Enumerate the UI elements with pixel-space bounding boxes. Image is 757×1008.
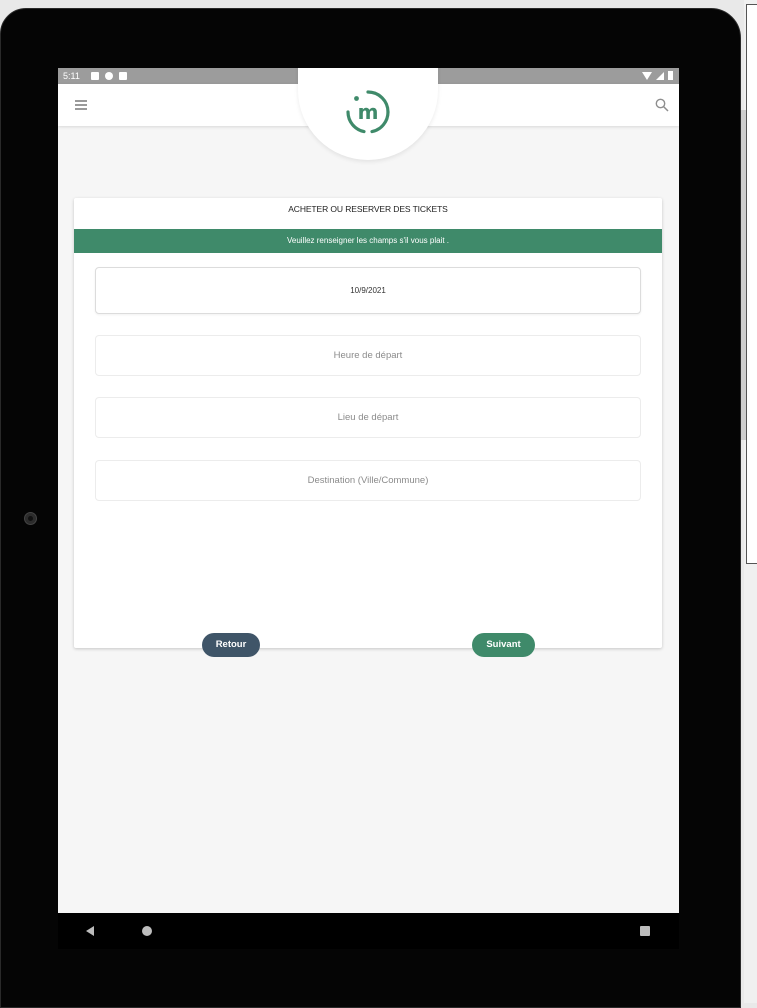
signal-icon: [656, 71, 664, 80]
logo-text: m: [358, 100, 379, 124]
battery-icon: [668, 71, 673, 80]
notification-icon: [91, 72, 99, 80]
ticket-form-card: ACHETER OU RESERVER DES TICKETS Veuillez…: [74, 198, 662, 648]
nav-home-icon[interactable]: [142, 926, 152, 936]
logo-badge: m: [298, 68, 438, 160]
nav-back-icon[interactable]: [86, 926, 94, 936]
card-title: ACHETER OU RESERVER DES TICKETS: [288, 204, 448, 214]
notification-icons: [91, 72, 127, 80]
camera-icon: [24, 512, 37, 525]
back-button[interactable]: Retour: [202, 633, 260, 657]
departure-time-field[interactable]: Heure de départ: [95, 335, 641, 376]
logo-icon: m: [346, 90, 390, 134]
side-panel: [746, 4, 757, 564]
device-screen: 5:11 m ACHETER OU RESERVER DES TICKETS V…: [58, 68, 679, 913]
sim-icon: [119, 72, 127, 80]
date-field[interactable]: 10/9/2021: [95, 267, 641, 314]
wifi-icon: [642, 71, 652, 80]
system-nav-bar: [58, 913, 679, 949]
nav-recent-icon[interactable]: [640, 926, 650, 936]
departure-place-field[interactable]: Lieu de départ: [95, 397, 641, 438]
status-time: 5:11: [63, 71, 80, 81]
search-icon[interactable]: [655, 98, 669, 112]
next-button[interactable]: Suivant: [472, 633, 535, 657]
menu-icon[interactable]: [75, 100, 87, 110]
info-banner: Veuillez renseigner les champs s'il vous…: [74, 229, 662, 253]
system-icons: [642, 71, 673, 80]
notification-icon: [105, 72, 113, 80]
destination-field[interactable]: Destination (Ville/Commune): [95, 460, 641, 501]
